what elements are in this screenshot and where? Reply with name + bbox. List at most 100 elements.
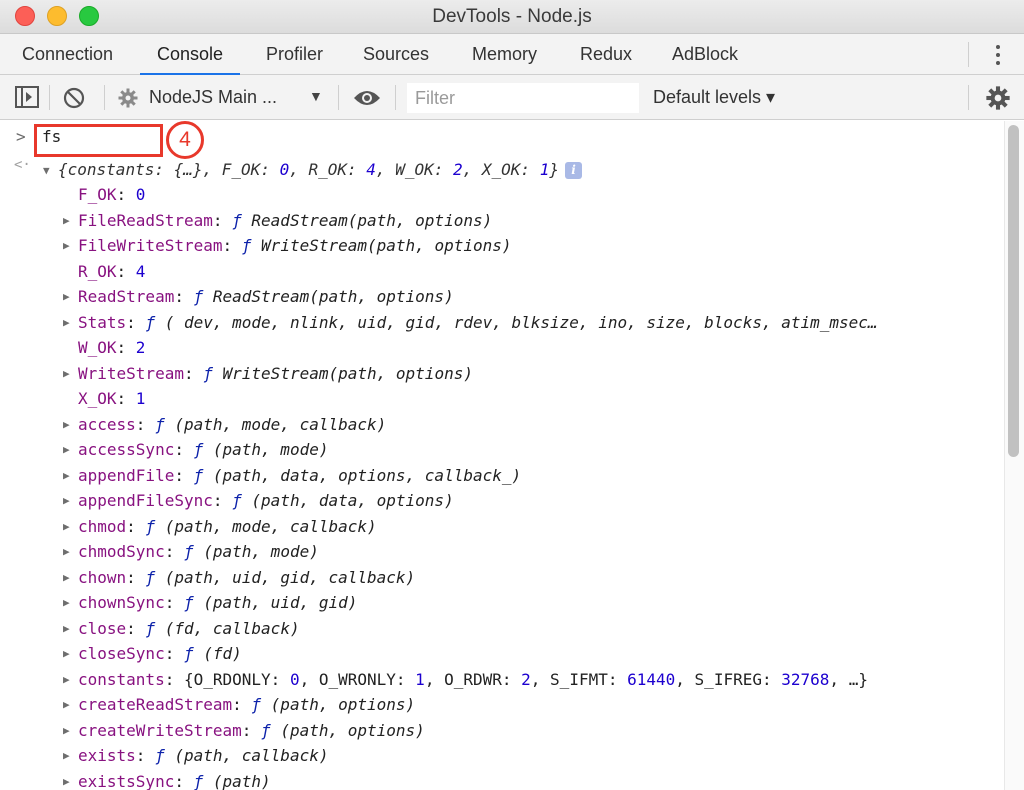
console-property-row[interactable]: F_OK: 0 xyxy=(78,182,145,207)
settings-gear-icon[interactable] xyxy=(986,86,1010,110)
function-glyph-icon: ƒ xyxy=(193,440,204,459)
console-property-row[interactable]: R_OK: 4 xyxy=(78,259,145,284)
console-property-row[interactable]: exists: ƒ (path, callback) xyxy=(78,743,328,768)
divider xyxy=(104,85,105,110)
console-property-row[interactable]: access: ƒ (path, mode, callback) xyxy=(78,412,386,437)
expand-triangle-icon[interactable]: ▶ xyxy=(63,596,70,609)
expand-triangle-icon[interactable]: ▶ xyxy=(63,367,70,380)
console-property-row[interactable]: chown: ƒ (path, uid, gid, callback) xyxy=(78,565,415,590)
console-property-row[interactable]: constants: {O_RDONLY: 0, O_WRONLY: 1, O_… xyxy=(78,667,868,692)
tab-redux[interactable]: Redux xyxy=(580,34,632,75)
expand-triangle-icon[interactable]: ▶ xyxy=(63,494,70,507)
tab-connection[interactable]: Connection xyxy=(22,34,113,75)
expand-triangle-icon[interactable]: ▶ xyxy=(63,571,70,584)
tab-sources[interactable]: Sources xyxy=(363,34,429,75)
expand-triangle-icon[interactable]: ▶ xyxy=(63,418,70,431)
punctuation xyxy=(155,313,165,332)
object-summary[interactable]: {constants: {…}, F_OK: 0, R_OK: 4, W_OK:… xyxy=(58,157,582,182)
console-property-row[interactable]: appendFileSync: ƒ (path, data, options) xyxy=(78,488,454,513)
summary-key: W_OK xyxy=(395,160,434,179)
expand-triangle-icon[interactable]: ▶ xyxy=(63,622,70,635)
punctuation: : xyxy=(126,568,146,587)
punctuation: : xyxy=(174,440,194,459)
property-key: chownSync xyxy=(78,593,165,612)
function-glyph-icon: ƒ xyxy=(145,619,156,638)
function-signature: (path, mode) xyxy=(212,440,329,459)
filter-input[interactable] xyxy=(407,83,639,113)
expand-triangle-icon[interactable]: ▶ xyxy=(63,469,70,482)
punctuation xyxy=(165,415,175,434)
punctuation: , xyxy=(289,160,309,179)
expand-triangle-icon[interactable]: ▶ xyxy=(63,214,70,227)
scrollbar-thumb[interactable] xyxy=(1008,125,1019,457)
console-property-row[interactable]: Stats: ƒ ( dev, mode, nlink, uid, gid, r… xyxy=(78,310,878,335)
function-glyph-icon: ƒ xyxy=(251,695,262,714)
function-signature: WriteStream(path, options) xyxy=(222,364,473,383)
tab-memory[interactable]: Memory xyxy=(472,34,537,75)
sidebar-toggle-icon[interactable] xyxy=(15,86,39,108)
punctuation: : xyxy=(116,185,136,204)
object-key: O_RDONLY xyxy=(193,670,271,689)
expand-triangle-icon[interactable]: ▶ xyxy=(63,698,70,711)
console-property-row[interactable]: chownSync: ƒ (path, uid, gid) xyxy=(78,590,357,615)
console-property-row[interactable]: X_OK: 1 xyxy=(78,386,145,411)
function-glyph-icon: ƒ xyxy=(183,593,194,612)
expand-triangle-icon[interactable]: ▶ xyxy=(63,290,70,303)
expand-triangle-icon[interactable]: ▶ xyxy=(63,724,70,737)
prompt-chevron-icon: > xyxy=(16,127,26,146)
console-property-row[interactable]: FileReadStream: ƒ ReadStream(path, optio… xyxy=(78,208,492,233)
tab-profiler[interactable]: Profiler xyxy=(266,34,323,75)
expand-triangle-icon[interactable]: ▶ xyxy=(63,239,70,252)
punctuation: : xyxy=(241,721,262,740)
expand-triangle-icon[interactable]: ▼ xyxy=(43,164,50,177)
console-property-row[interactable]: existsSync: ƒ (path) xyxy=(78,769,271,790)
console-property-row[interactable]: chmod: ƒ (path, mode, callback) xyxy=(78,514,377,539)
info-icon[interactable]: i xyxy=(564,162,582,179)
function-glyph-icon: ƒ xyxy=(193,772,204,790)
console-property-row[interactable]: createWriteStream: ƒ (path, options) xyxy=(78,718,425,743)
console-property-row[interactable]: close: ƒ (fd, callback) xyxy=(78,616,300,641)
function-glyph-icon: ƒ xyxy=(155,746,165,765)
function-signature: ReadStream(path, options) xyxy=(251,211,493,230)
punctuation: : xyxy=(126,313,146,332)
expand-triangle-icon[interactable]: ▶ xyxy=(63,749,70,762)
console-property-row[interactable]: ReadStream: ƒ ReadStream(path, options) xyxy=(78,284,454,309)
more-options-icon[interactable] xyxy=(988,42,1008,68)
expand-triangle-icon[interactable]: ▶ xyxy=(63,443,70,456)
punctuation: : xyxy=(520,160,540,179)
punctuation: : xyxy=(270,670,290,689)
tab-console[interactable]: Console xyxy=(140,34,241,75)
expand-triangle-icon[interactable]: ▶ xyxy=(63,775,70,788)
property-key: appendFileSync xyxy=(78,491,213,510)
summary-key: constants xyxy=(67,160,155,179)
property-key: Stats xyxy=(78,313,127,332)
tab-adblock[interactable]: AdBlock xyxy=(672,34,738,75)
console-property-row[interactable]: accessSync: ƒ (path, mode) xyxy=(78,437,328,462)
console-property-row[interactable]: closeSync: ƒ (fd) xyxy=(78,641,242,666)
expand-triangle-icon[interactable]: ▶ xyxy=(63,316,70,329)
punctuation: : xyxy=(135,415,156,434)
console-property-row[interactable]: chmodSync: ƒ (path, mode) xyxy=(78,539,319,564)
console-toolbar: NodeJS Main ... ▼ Default levels ▾ xyxy=(0,75,1024,120)
expand-triangle-icon[interactable]: ▶ xyxy=(63,647,70,660)
punctuation xyxy=(194,542,204,561)
object-key: O_RDWR xyxy=(444,670,502,689)
console-property-row[interactable]: FileWriteStream: ƒ WriteStream(path, opt… xyxy=(78,233,512,258)
console-property-row[interactable]: WriteStream: ƒ WriteStream(path, options… xyxy=(78,361,473,386)
log-levels-dropdown[interactable]: Default levels ▾ xyxy=(653,87,775,108)
console-property-row[interactable]: appendFile: ƒ (path, data, options, call… xyxy=(78,463,521,488)
property-key: close xyxy=(78,619,127,638)
console-output[interactable]: > fs 4 <· ▼ {constants: {…}, F_OK: 0, R_… xyxy=(0,121,1004,790)
eye-icon[interactable] xyxy=(353,89,381,107)
console-property-row[interactable]: W_OK: 2 xyxy=(78,335,145,360)
expand-triangle-icon[interactable]: ▶ xyxy=(63,520,70,533)
punctuation: : xyxy=(116,338,136,357)
expand-triangle-icon[interactable]: ▶ xyxy=(63,673,70,686)
console-property-row[interactable]: createReadStream: ƒ (path, options) xyxy=(78,692,415,717)
annotation-callout-number: 4 xyxy=(166,121,204,159)
expand-triangle-icon[interactable]: ▶ xyxy=(63,545,70,558)
punctuation xyxy=(203,440,213,459)
clear-console-icon[interactable] xyxy=(63,87,85,109)
divider xyxy=(395,85,396,110)
punctuation: : xyxy=(164,644,184,663)
